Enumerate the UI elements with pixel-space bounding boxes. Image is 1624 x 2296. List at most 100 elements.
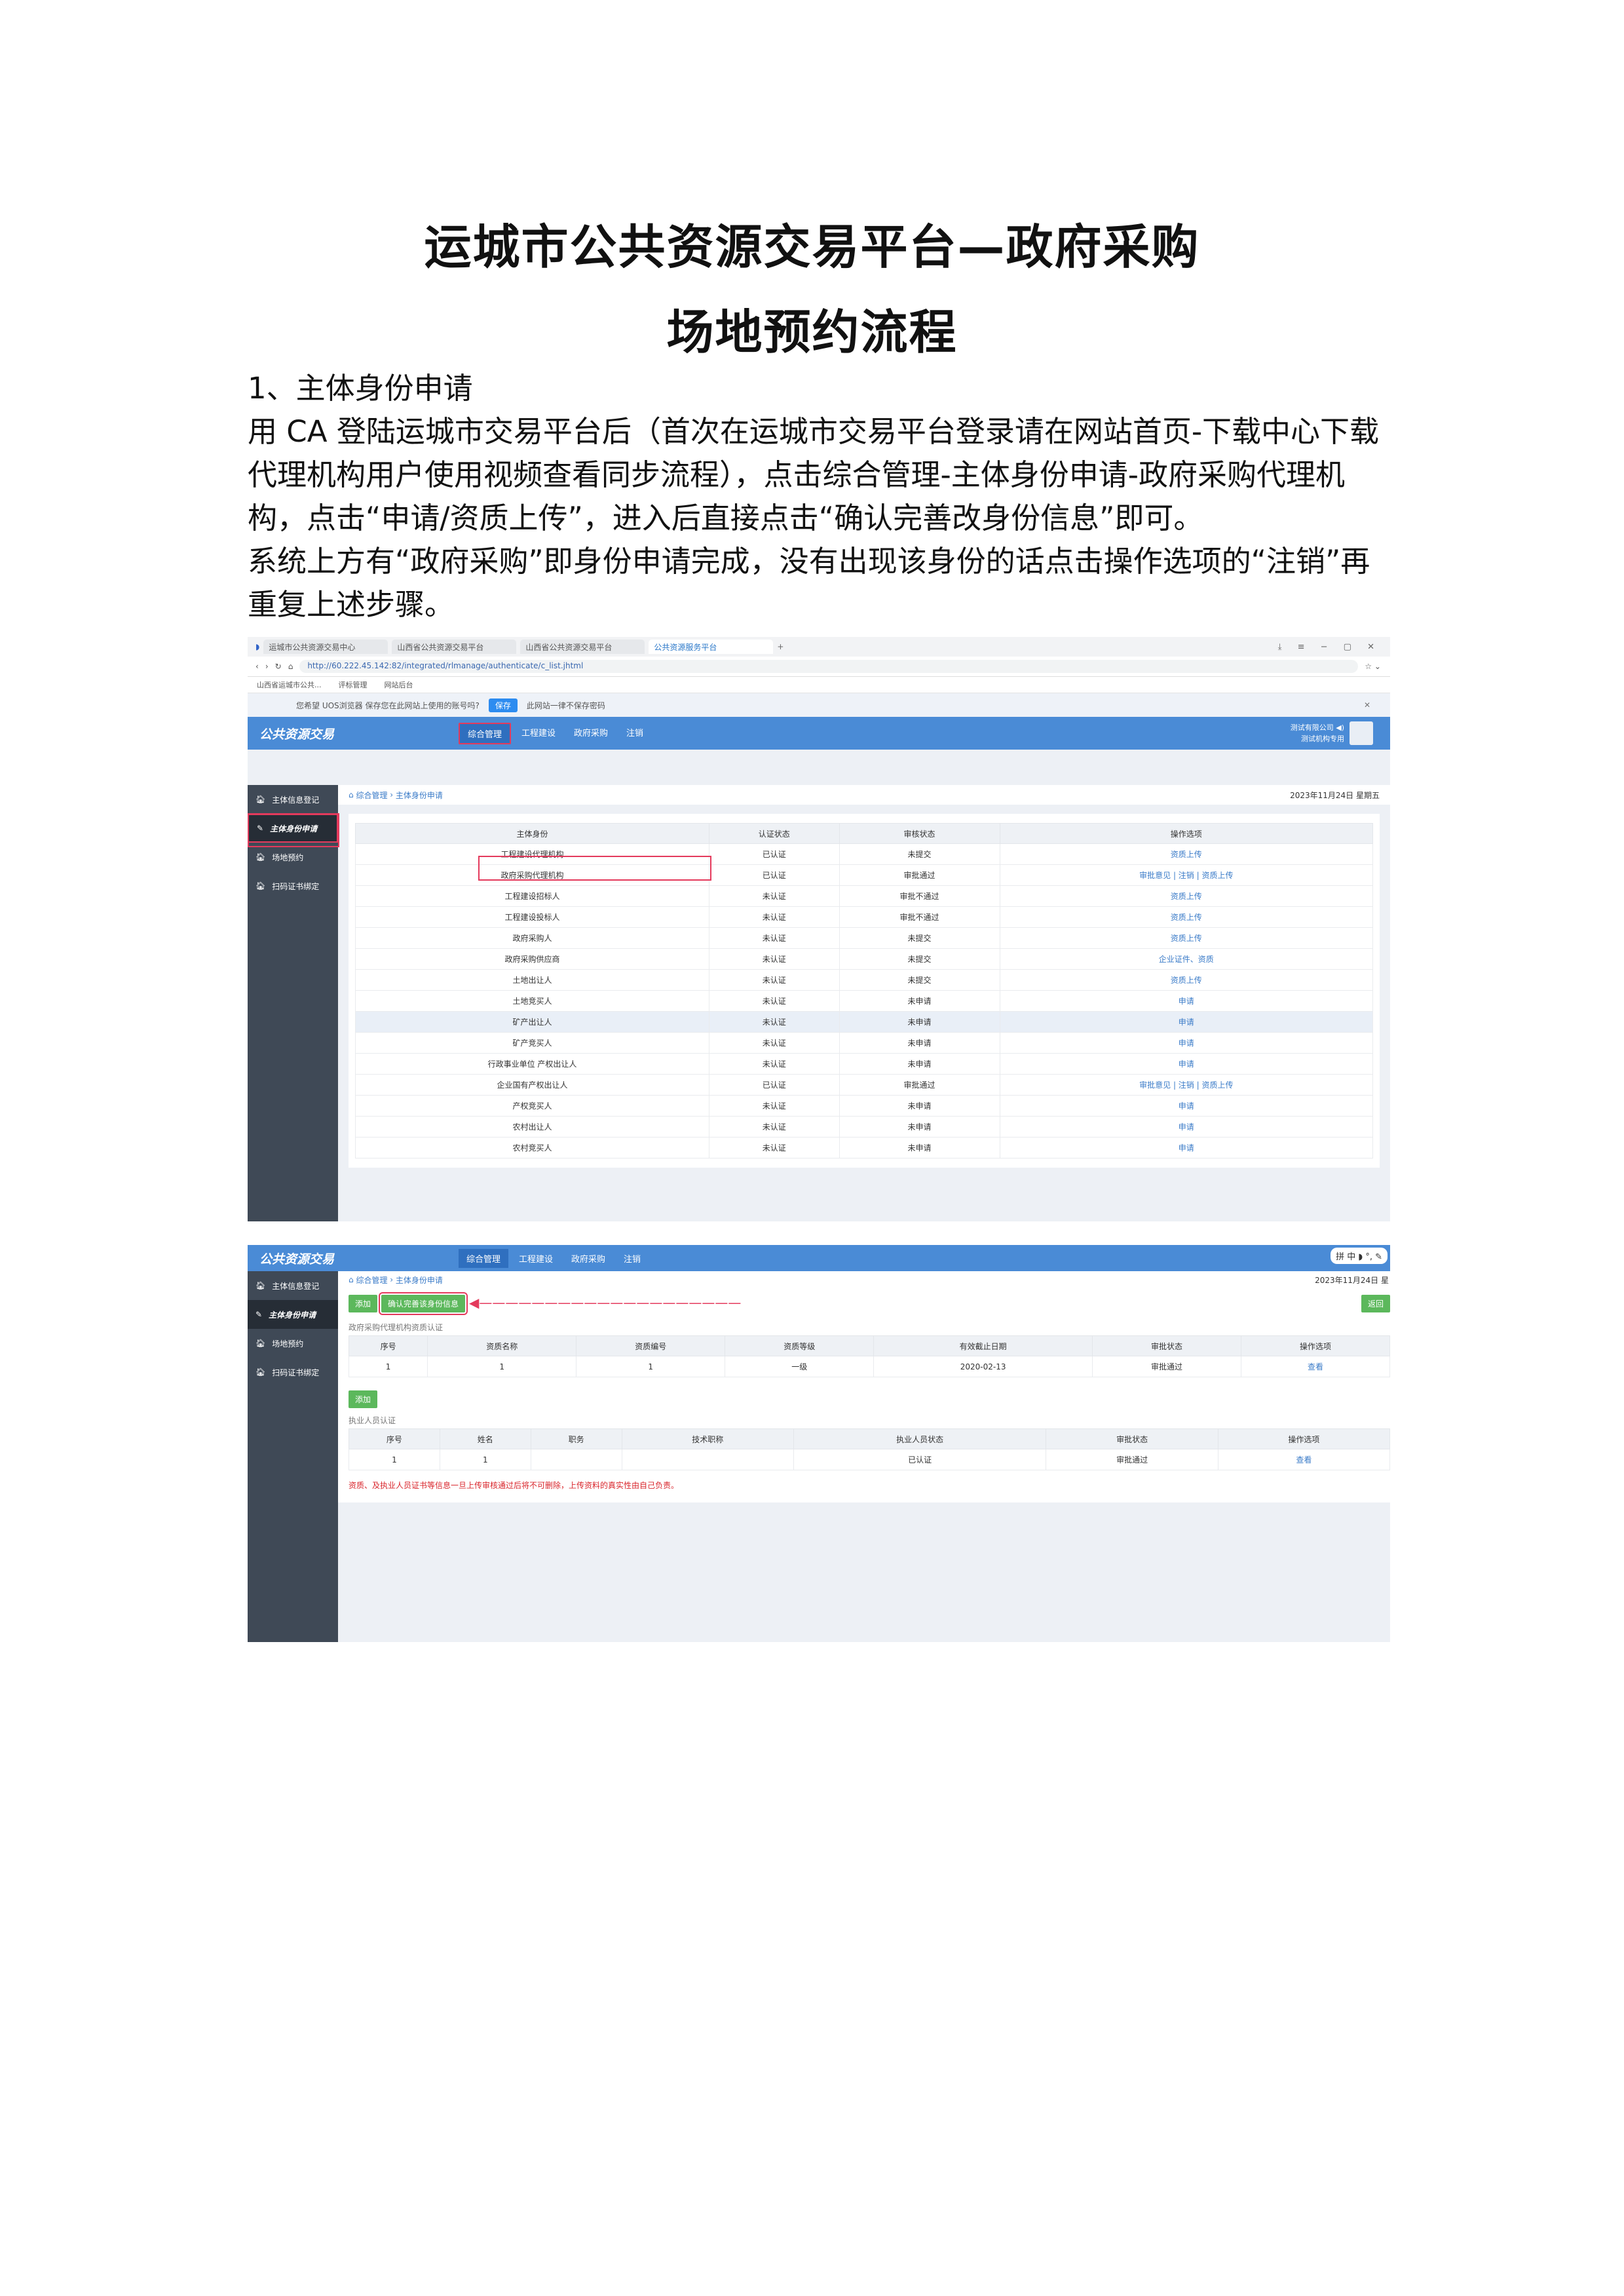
view-link[interactable]: 查看 (1240, 1356, 1390, 1377)
bookmark-item[interactable]: 网站后台 (385, 679, 413, 690)
operation-link[interactable]: 申请 (999, 1011, 1374, 1033)
breadcrumb-sep: › (387, 1275, 396, 1284)
star-icon[interactable]: ☆ ⌄ (1365, 662, 1390, 671)
operation-link[interactable]: 申请 (999, 1032, 1374, 1054)
browser-tab[interactable]: 运城市公共资源交易中心 (263, 640, 388, 654)
back-icon[interactable]: ‹ (255, 662, 259, 671)
table-cell: 1 (439, 1449, 531, 1470)
save-password-button[interactable]: 保存 (488, 698, 518, 712)
bookmark-item[interactable]: 评标管理 (339, 679, 368, 690)
table-cell: 政府采购人 (354, 927, 710, 949)
screenshot-identity-detail: 公共资源交易 综合管理 工程建设 政府采购 注销 拼 中 ◗ °, ✎ 🏠︎ 主体… (248, 1245, 1390, 1642)
avatar[interactable] (1350, 721, 1373, 745)
table-row: 产权竞买人 未认证 未申请 申请 (354, 1095, 1374, 1117)
operation-link[interactable]: 申请 (999, 1095, 1374, 1117)
sidebar-item-subject-register[interactable]: 🏠︎ 主体信息登记 (248, 1271, 338, 1300)
operation-link[interactable]: 资质上传 (999, 906, 1374, 928)
sidebar-item-subject-register[interactable]: 🏠︎ 主体信息登记 (248, 785, 338, 814)
browser-tab[interactable]: 山西省公共资源交易平台 (392, 640, 517, 654)
add-button[interactable]: 添加 (349, 1295, 378, 1312)
browser-tab-active[interactable]: 公共资源服务平台 (649, 640, 774, 654)
sidebar-item-venue-booking[interactable]: 🏠︎ 场地预约 (248, 1329, 338, 1358)
nav-government-procurement[interactable]: 政府采购 (563, 1249, 613, 1268)
table-cell: 农村竞买人 (354, 1137, 710, 1158)
table-cell: 土地竞买人 (354, 990, 710, 1012)
view-link[interactable]: 查看 (1217, 1449, 1390, 1470)
table-cell: 产权竞买人 (354, 1095, 710, 1117)
reload-icon[interactable]: ↻ (275, 662, 282, 671)
operation-link[interactable]: 资质上传 (999, 969, 1374, 991)
table-cell: 未认证 (709, 927, 840, 949)
operation-link[interactable]: 资质上传 (999, 843, 1374, 865)
table-row: 矿产出让人 未认证 未申请 申请 (354, 1011, 1374, 1033)
breadcrumb: ⌂ 综合管理 › 主体身份申请 2023年11月24日 星期五 (338, 785, 1390, 805)
section-heading: 1、主体身份申请 (248, 371, 473, 406)
table-header: 操作选项 (999, 823, 1374, 844)
app-logo: 公共资源交易 (259, 727, 335, 742)
breadcrumb-item[interactable]: 综合管理 (356, 1274, 387, 1286)
operation-link[interactable]: 资质上传 (999, 927, 1374, 949)
sidebar-item-label: 扫码证书绑定 (272, 1368, 320, 1377)
operation-link[interactable]: 资质上传 (999, 885, 1374, 907)
never-save-button[interactable]: 此网站一律不保存密码 (527, 700, 605, 711)
forward-icon[interactable]: › (265, 662, 269, 671)
breadcrumb-sep: › (387, 790, 396, 799)
operation-link[interactable]: 审批意见 | 注销 | 资质上传 (999, 864, 1374, 886)
table-header: 职务 (530, 1428, 622, 1449)
new-tab-icon[interactable]: + (777, 642, 784, 651)
table-cell: 未认证 (709, 1137, 840, 1158)
bookmark-item[interactable]: 山西省运城市公共... (257, 679, 322, 690)
operation-link[interactable]: 申请 (999, 1053, 1374, 1075)
user-name: 测试有限公司 ◀) (1290, 723, 1344, 732)
close-icon[interactable]: ✕ (1364, 700, 1370, 710)
table-cell: 审批不通过 (839, 906, 1000, 928)
qualification-section-title: 政府采购代理机构资质认证 (349, 1323, 444, 1332)
table-header: 认证状态 (709, 823, 840, 844)
browser-tab[interactable]: 山西省公共资源交易平台 (520, 640, 645, 654)
table-cell: 已认证 (793, 1449, 1047, 1470)
operation-link[interactable]: 申请 (999, 1116, 1374, 1138)
sidebar-item-identity-apply[interactable]: ✎ 主体身份申请 (248, 1300, 338, 1329)
sidebar-item-identity-apply[interactable]: ✎ 主体身份申请 (248, 814, 338, 843)
breadcrumb-item[interactable]: 综合管理 (356, 790, 387, 801)
confirm-identity-button[interactable]: 确认完善该身份信息 (379, 1292, 468, 1315)
nav-logout[interactable]: 注销 (618, 723, 651, 744)
table-header: 资质等级 (725, 1335, 875, 1356)
home-icon: 🏠︎ (255, 795, 266, 804)
home-icon: 🏠︎ (255, 1368, 266, 1377)
sidebar-item-venue-booking[interactable]: 🏠︎ 场地预约 (248, 843, 338, 871)
table-cell: 未申请 (839, 1116, 1000, 1138)
table-row: 政府采购代理机构 已认证 审批通过 审批意见 | 注销 | 资质上传 (354, 864, 1374, 886)
table-cell: 农村出让人 (354, 1116, 710, 1138)
nav-engineering[interactable]: 工程建设 (511, 1249, 561, 1268)
nav-government-procurement[interactable]: 政府采购 (566, 723, 616, 744)
table-cell: 矿产出让人 (354, 1011, 710, 1033)
sidebar-item-cert-binding[interactable]: 🏠︎ 扫码证书绑定 (248, 871, 338, 900)
date-text: 2023年11月24日 星期五 (1290, 790, 1380, 800)
note-paragraph: 系统上方有“政府采购”即身份申请完成，没有出现该身份的话点击操作选项的“注销”再… (248, 544, 1370, 622)
table-row: 农村出让人 未认证 未申请 申请 (354, 1116, 1374, 1138)
table-cell: 未认证 (709, 1095, 840, 1117)
operation-link[interactable]: 审批意见 | 注销 | 资质上传 (999, 1074, 1374, 1096)
nav-logout[interactable]: 注销 (616, 1249, 649, 1268)
user-info: 测试有限公司 ◀) 测试机构专用 (1291, 722, 1344, 744)
ime-toolbar[interactable]: 拼 中 ◗ °, ✎ (1331, 1248, 1388, 1264)
table-cell: 审批不通过 (839, 885, 1000, 907)
nav-integrated-management[interactable]: 综合管理 (459, 722, 512, 744)
url-input[interactable]: http://60.222.45.142:82/integrated/rlman… (299, 660, 1359, 673)
nav-integrated-management[interactable]: 综合管理 (459, 1248, 509, 1268)
back-button[interactable]: 返回 (1361, 1295, 1390, 1312)
sidebar-item-cert-binding[interactable]: 🏠︎ 扫码证书绑定 (248, 1358, 338, 1387)
operation-link[interactable]: 申请 (999, 1137, 1374, 1158)
window-controls[interactable]: ⤓ ≡ − ▢ ✕ (1278, 642, 1390, 652)
operation-link[interactable]: 企业证件、资质 (999, 948, 1374, 970)
nav-engineering[interactable]: 工程建设 (514, 723, 563, 744)
sidebar: 🏠︎ 主体信息登记 ✎ 主体身份申请 🏠︎ 场地预约 🏠︎ 扫码证书绑定 (248, 1271, 338, 1642)
table-header: 有效截止日期 (873, 1335, 1093, 1356)
staff-section-title: 执业人员认证 (349, 1416, 396, 1425)
home-icon[interactable]: ⌂ (288, 662, 293, 671)
operation-link[interactable]: 申请 (999, 990, 1374, 1012)
add-staff-button[interactable]: 添加 (349, 1390, 378, 1408)
table-cell: 审批通过 (839, 864, 1000, 886)
home-icon: 🏠︎ (255, 1339, 266, 1348)
